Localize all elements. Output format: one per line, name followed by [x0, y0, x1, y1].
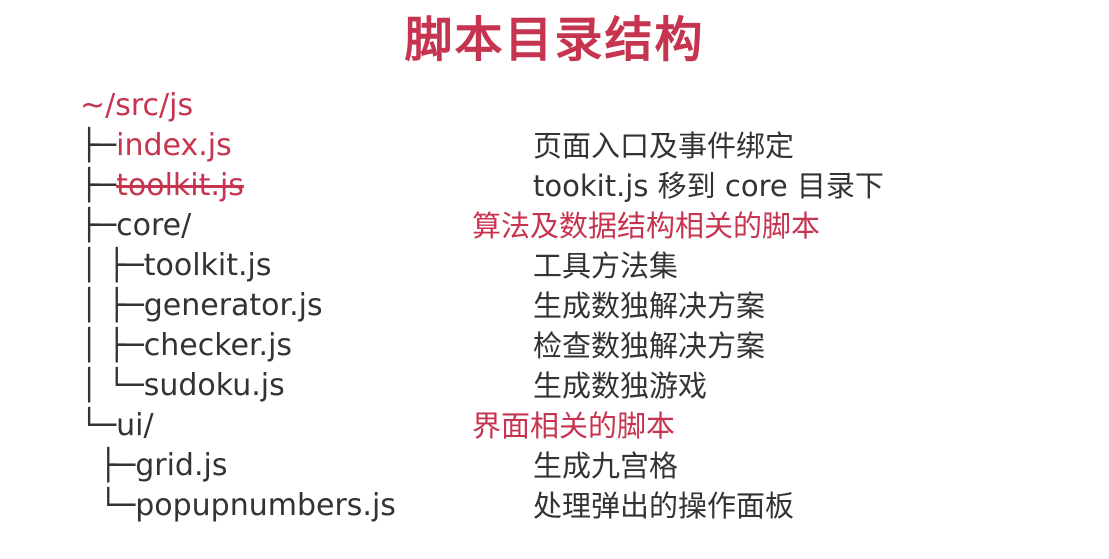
tree-node-name: sudoku.js: [143, 368, 285, 403]
tree-path: └─ui/: [80, 406, 154, 446]
tree-path: ├─toolkit.js: [80, 166, 244, 206]
tree-node-description: 检查数独解决方案: [533, 329, 766, 363]
tree-node-name: generator.js: [143, 288, 323, 323]
tree-path: │ ├─toolkit.js: [80, 246, 272, 286]
tree-prefix: ├─: [80, 128, 117, 163]
tree-node-description: 生成九宫格: [533, 449, 679, 483]
tree-node-description: 生成数独解决方案: [533, 289, 766, 323]
tree-prefix: └─: [80, 408, 117, 443]
tree-node-name: checker.js: [143, 328, 293, 363]
tree-prefix: └─: [80, 488, 136, 523]
tree-path: ├─index.js: [80, 126, 232, 166]
tree-node-name: popupnumbers.js: [135, 488, 396, 523]
tree-node-description: 工具方法集: [533, 249, 679, 283]
tree-node-name: ui/: [116, 408, 154, 443]
tree-node-description: 生成数独游戏: [533, 369, 708, 403]
tree-node-description: 界面相关的脚本: [472, 409, 676, 443]
tree-node-description: 处理弹出的操作面板: [533, 489, 795, 523]
tree-path: │ ├─checker.js: [80, 326, 292, 366]
tree-node-name: core/: [116, 208, 192, 243]
tree-path: └─popupnumbers.js: [80, 486, 396, 526]
tree-node-description: 页面入口及事件绑定: [533, 129, 795, 163]
tree-prefix: │ └─: [80, 368, 144, 403]
tree-node-name: grid.js: [135, 448, 228, 483]
tree-path: ├─grid.js: [80, 446, 227, 486]
tree-node-name: ~/src/js: [80, 88, 194, 123]
tree-node-name: toolkit.js: [143, 248, 272, 283]
tree-node-name-struck: toolkit.js: [116, 168, 244, 203]
tree-path: │ └─sudoku.js: [80, 366, 285, 406]
tree-path: ~/src/js: [80, 86, 193, 126]
tree-prefix: ├─: [80, 168, 117, 203]
page-title: 脚本目录结构: [404, 12, 705, 68]
tree-node-name: index.js: [116, 128, 232, 163]
tree-prefix: │ ├─: [80, 288, 144, 323]
tree-path: ├─core/: [80, 206, 191, 246]
tree-path: │ ├─generator.js: [80, 286, 323, 326]
tree-node-description: tookit.js 移到 core 目录下: [533, 169, 884, 203]
tree-prefix: ├─: [80, 448, 136, 483]
tree-prefix: │ ├─: [80, 248, 144, 283]
tree-prefix: │ ├─: [80, 328, 144, 363]
tree-prefix: ├─: [80, 208, 117, 243]
tree-node-description: 算法及数据结构相关的脚本: [472, 209, 821, 243]
